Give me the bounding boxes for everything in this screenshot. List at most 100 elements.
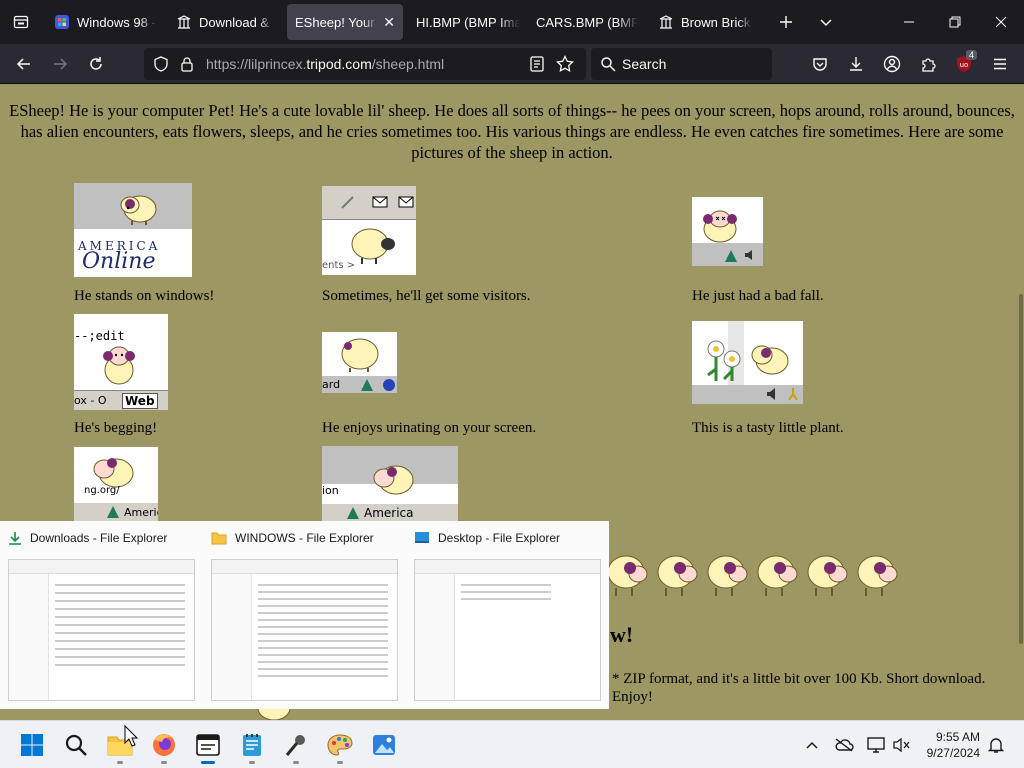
taskbar-notepad[interactable] (232, 725, 272, 765)
thumbnail-title: WINDOWS - File Explorer (235, 531, 374, 545)
thumbnail-downloads-window[interactable]: Downloads - File Explorer (0, 521, 203, 709)
close-tab-icon[interactable]: ✕ (383, 14, 395, 31)
close-icon (995, 16, 1007, 28)
aol-logo-text: Online (82, 249, 156, 274)
address-bar[interactable]: https://lilprincex.tripod.com/sheep.html (144, 48, 586, 80)
globe-icon (383, 379, 395, 391)
notifications-button[interactable] (984, 733, 1008, 757)
extensions-button[interactable] (912, 48, 944, 80)
taskbar-thumbnail-flyout: Downloads - File Explorer WINDOWS - File… (0, 521, 609, 709)
firefox-icon (153, 734, 175, 756)
mail-icon (398, 196, 414, 208)
archive-icon (177, 15, 191, 29)
toolbar-pen-icon (341, 196, 354, 209)
minimize-button[interactable] (886, 0, 932, 44)
ng-org-text: ng.org/ (84, 485, 120, 496)
forward-arrow-icon (54, 58, 68, 70)
onedrive-tray-icon[interactable] (832, 733, 856, 757)
sheep-picture-begging: --;edit ox - O Web (74, 314, 168, 410)
running-indicator (201, 761, 215, 764)
show-hidden-icons-button[interactable] (800, 733, 824, 757)
bookmark-star-icon[interactable] (556, 55, 574, 73)
close-window-button[interactable] (978, 0, 1024, 44)
notepad-icon (243, 734, 261, 756)
thumbnail-desktop-window[interactable]: Desktop - File Explorer (406, 521, 609, 709)
sheep-picture-urinating: ard (322, 332, 397, 393)
running-indicator (249, 761, 255, 764)
bell-icon (987, 738, 1005, 753)
window-preview (8, 559, 195, 701)
window-preview (414, 559, 601, 701)
downloads-button[interactable] (840, 48, 872, 80)
running-indicator (293, 761, 299, 764)
plus-icon (780, 16, 792, 28)
page-scrollbar[interactable] (1018, 84, 1024, 720)
photos-icon (373, 735, 395, 755)
caption-visitors: Sometimes, he'll get some visitors. (322, 288, 531, 304)
speaker-muted-icon (893, 737, 910, 753)
caption-begging: He's begging! (74, 420, 158, 436)
taskbar-search-button[interactable] (56, 725, 96, 765)
taskbar-paint[interactable] (320, 725, 360, 765)
ox-text: ox - O (74, 394, 107, 407)
tab-hi-bmp[interactable]: HI.BMP (BMP Imag (408, 4, 528, 40)
flower-icon (707, 340, 741, 381)
caption-bad-fall: He just had a bad fall. (692, 288, 824, 304)
sheep-icon (120, 195, 157, 225)
reload-icon (90, 57, 102, 70)
search-box[interactable]: Search (591, 48, 772, 80)
tab-cars-bmp[interactable]: CARS.BMP (BMP Im (528, 4, 646, 40)
ublock-button[interactable]: uo 4 (948, 48, 980, 80)
thumbnail-windows-window[interactable]: WINDOWS - File Explorer (203, 521, 406, 709)
tab-esheep[interactable]: ESheep! Your co ✕ (287, 4, 403, 40)
reader-view-icon[interactable] (530, 56, 544, 72)
tab-windows-98[interactable]: Windows 98 - (46, 4, 164, 40)
system-clock[interactable]: 9:55 AM 9/27/2024 (918, 729, 980, 761)
reload-button[interactable] (80, 48, 112, 80)
search-icon (65, 734, 87, 756)
americ-text: Americ (124, 506, 158, 519)
windows-taskbar: 9:55 AM 9/27/2024 (0, 720, 1024, 768)
menu-button[interactable] (984, 48, 1016, 80)
taskbar-photos[interactable] (364, 725, 404, 765)
list-all-tabs-button[interactable] (808, 4, 844, 40)
tab-download[interactable]: Download & S (168, 4, 282, 40)
caption-urinating: He enjoys urinating on your screen. (322, 420, 537, 436)
running-indicator (117, 761, 123, 764)
clock-date: 9/27/2024 (926, 746, 980, 760)
pocket-button[interactable] (804, 48, 836, 80)
taskbar-terminal-app[interactable] (188, 725, 228, 765)
tab-title: Brown Bricks (681, 14, 752, 30)
firefox-view-button[interactable] (0, 0, 42, 44)
caption-tasty-plant: This is a tasty little plant. (692, 420, 844, 436)
sheep-picture-8: ion America (322, 446, 458, 521)
restore-button[interactable] (932, 0, 978, 44)
url-text: https://lilprincex.tripod.com/sheep.html (206, 56, 445, 72)
start-button[interactable] (12, 725, 52, 765)
tab-brown-bricks[interactable]: Brown Bricks (650, 4, 760, 40)
volume-tray-icon[interactable] (890, 733, 914, 757)
back-button[interactable] (8, 48, 40, 80)
edit-text: --;edit (74, 329, 125, 343)
new-tab-button[interactable] (768, 4, 804, 40)
sheep-icon (707, 555, 748, 596)
download-heading-fragment: w! (610, 622, 634, 647)
account-button[interactable] (876, 48, 908, 80)
download-paragraph: * ZIP format, and it's a little bit over… (612, 671, 986, 705)
taskbar-sound-recorder[interactable] (276, 725, 316, 765)
window-preview (211, 559, 398, 701)
archive-icon (659, 15, 673, 29)
taskbar-firefox[interactable] (144, 725, 184, 765)
download-icon (850, 57, 862, 71)
tab-title: Download & S (199, 14, 274, 30)
window-app-icon (196, 734, 220, 756)
ard-text: ard (322, 378, 341, 391)
tab-title: ESheep! Your co (295, 14, 379, 30)
scrollbar-thumb[interactable] (1019, 294, 1023, 644)
hamburger-menu-icon (994, 58, 1006, 70)
network-tray-icon[interactable] (864, 733, 888, 757)
firefox-view-icon (13, 15, 29, 29)
forward-button[interactable] (44, 48, 76, 80)
sheep-picture-7: ng.org/ Americ (74, 447, 158, 521)
caption-stands-on-windows: He stands on windows! (74, 288, 215, 304)
